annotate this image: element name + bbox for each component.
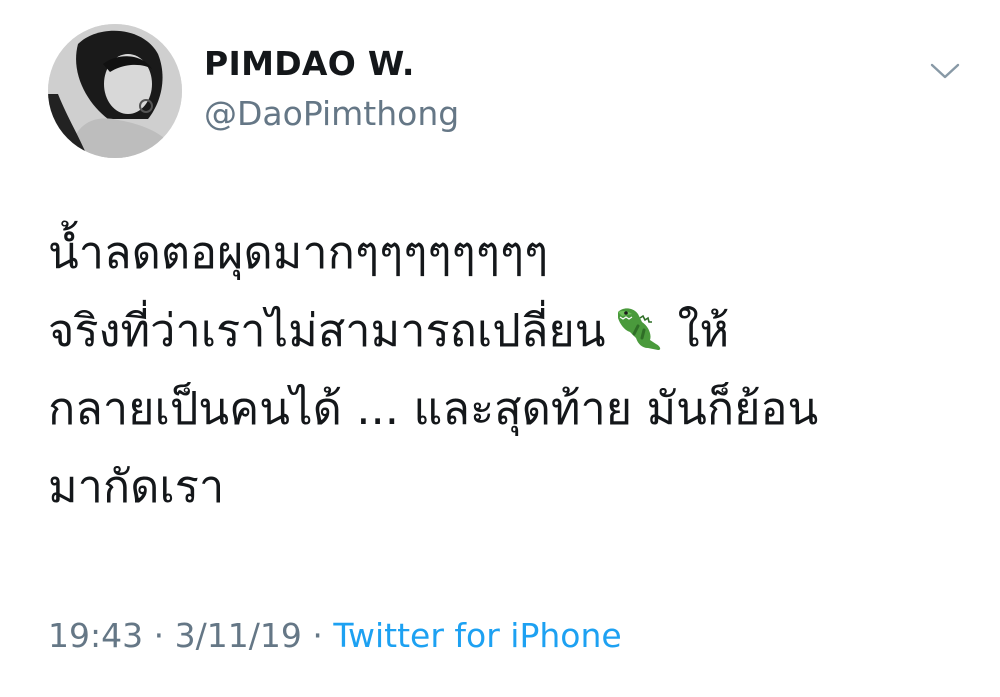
tweet-time: 19:43 [48, 616, 144, 655]
display-name[interactable]: PIMDAO W. [204, 44, 415, 83]
tweet-text: น้ำลดตอผุดมากๆๆๆๆๆๆๆๆ จริงที่ว่าเราไม่สา… [48, 214, 968, 526]
tweet-text-line: น้ำลดตอผุดมากๆๆๆๆๆๆๆๆ [48, 226, 549, 279]
tweet-text-segment: จริงที่ว่าเราไม่สามารถเปลี่ยน [48, 304, 606, 357]
tweet-date[interactable]: 3/11/19 [175, 616, 302, 655]
tweet-text-line: มากัดเรา [48, 460, 225, 513]
tweet-text-segment: ให้ [677, 304, 730, 357]
tweet-text-line: กลายเป็นคนได้ ... และสุดท้าย มันก็ย้อน [48, 382, 819, 435]
crocodile-emoji-icon [612, 300, 668, 350]
avatar[interactable] [48, 24, 182, 158]
tweet-text-line: จริงที่ว่าเราไม่สามารถเปลี่ยน ให้ [48, 292, 968, 370]
meta-separator: · [312, 616, 323, 655]
tweet-source-link[interactable]: Twitter for iPhone [333, 616, 621, 655]
chevron-down-icon[interactable] [928, 58, 962, 84]
avatar-photo [48, 24, 182, 158]
tweet-card: PIMDAO W. @DaoPimthong น้ำลดตอผุดมากๆๆๆๆ… [0, 0, 1000, 697]
meta-separator: · [153, 616, 165, 655]
tweet-meta: 19:43 · 3/11/19 · Twitter for iPhone [48, 616, 622, 655]
user-handle[interactable]: @DaoPimthong [204, 94, 459, 133]
